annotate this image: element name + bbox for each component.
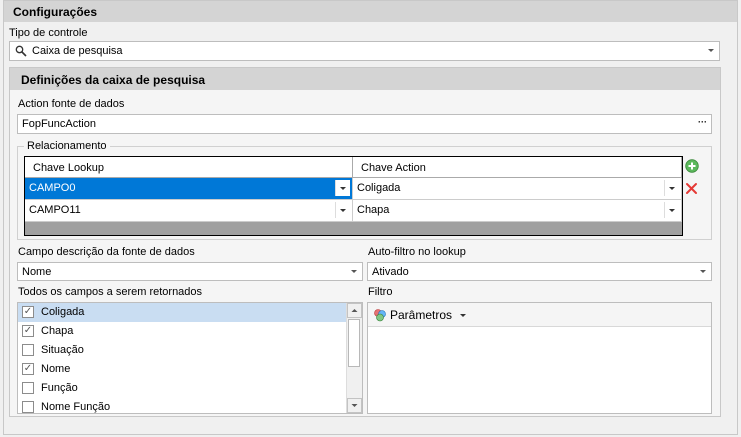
control-type-label: Tipo de controle bbox=[9, 27, 88, 39]
plus-circle-icon[interactable] bbox=[685, 159, 699, 176]
chevron-down-icon[interactable] bbox=[664, 202, 679, 218]
list-item[interactable]: ✓ Coligada bbox=[18, 303, 346, 322]
item-label: Nome bbox=[41, 363, 71, 375]
scroll-down-button[interactable] bbox=[347, 398, 362, 413]
autofilter-label: Auto-filtro no lookup bbox=[368, 246, 466, 258]
ellipsis-button[interactable]: ··· bbox=[698, 117, 707, 127]
item-label: Nome Função bbox=[41, 401, 111, 413]
column-header-action[interactable]: Chave Action bbox=[353, 157, 682, 178]
checkbox[interactable]: ✓ bbox=[22, 325, 34, 337]
search-box-header: Definições da caixa de pesquisa bbox=[10, 68, 720, 90]
list-item[interactable]: ✓ Chapa bbox=[18, 322, 346, 341]
chevron-down-icon[interactable] bbox=[335, 202, 350, 218]
checkbox[interactable] bbox=[22, 401, 34, 413]
autofilter-value: Ativado bbox=[372, 266, 409, 278]
relationship-grid: Chave Lookup Chave Action CAMPO0 Coligad… bbox=[24, 156, 683, 236]
checkbox[interactable]: ✓ bbox=[22, 363, 34, 375]
config-header: Configurações bbox=[4, 1, 737, 22]
cell-value: Coligada bbox=[357, 182, 401, 194]
list-item[interactable]: ✓ Nome bbox=[18, 360, 346, 379]
search-box-title: Definições da caixa de pesquisa bbox=[21, 73, 206, 87]
datasource-value: FopFuncAction bbox=[22, 118, 96, 130]
chevron-down-icon bbox=[700, 270, 706, 273]
list-item[interactable]: Situação bbox=[18, 341, 346, 360]
description-field-select[interactable]: Nome bbox=[17, 262, 363, 281]
item-label: Função bbox=[41, 382, 78, 394]
relationship-label: Relacionamento bbox=[24, 140, 110, 152]
scroll-thumb[interactable] bbox=[348, 319, 360, 367]
cell-value: Chapa bbox=[357, 204, 390, 216]
list-item[interactable]: Função bbox=[18, 379, 346, 398]
autofilter-select[interactable]: Ativado bbox=[367, 262, 712, 281]
item-label: Coligada bbox=[41, 306, 85, 318]
control-type-select[interactable]: Caixa de pesquisa bbox=[9, 41, 720, 61]
datasource-field[interactable]: FopFuncAction ··· bbox=[17, 114, 712, 134]
filter-toolbar: Parâmetros bbox=[368, 303, 711, 327]
chevron-down-icon bbox=[351, 270, 357, 273]
description-field-value: Nome bbox=[22, 266, 52, 278]
checkbox[interactable] bbox=[22, 344, 34, 356]
parameters-label: Parâmetros bbox=[390, 308, 453, 322]
chevron-down-icon bbox=[708, 49, 714, 52]
list-item[interactable]: Nome Função bbox=[18, 398, 346, 413]
scroll-up-button[interactable] bbox=[347, 303, 362, 318]
control-type-value: Caixa de pesquisa bbox=[32, 45, 123, 57]
grid-cell-lookup[interactable]: CAMPO11 bbox=[25, 200, 353, 222]
return-fields-label: Todos os campos a serem retornados bbox=[18, 286, 203, 298]
column-header-lookup[interactable]: Chave Lookup bbox=[25, 157, 353, 178]
parameters-button[interactable]: Parâmetros bbox=[370, 305, 470, 325]
parameters-icon bbox=[373, 308, 387, 325]
filter-panel: Parâmetros bbox=[367, 302, 712, 414]
x-icon[interactable] bbox=[685, 182, 698, 198]
chevron-down-icon bbox=[460, 314, 467, 318]
chevron-down-icon[interactable] bbox=[664, 180, 679, 196]
cell-value: CAMPO0 bbox=[29, 182, 76, 194]
scrollbar[interactable] bbox=[346, 303, 362, 413]
chevron-down-icon[interactable] bbox=[335, 180, 350, 196]
checkbox[interactable]: ✓ bbox=[22, 306, 34, 318]
datasource-label: Action fonte de dados bbox=[18, 98, 125, 110]
description-field-label: Campo descrição da fonte de dados bbox=[18, 246, 195, 258]
grid-footer bbox=[25, 222, 682, 235]
filter-label: Filtro bbox=[368, 286, 393, 298]
cell-value: CAMPO11 bbox=[29, 204, 81, 216]
grid-cell-action[interactable]: Chapa bbox=[353, 200, 682, 222]
checkbox[interactable] bbox=[22, 382, 34, 394]
item-label: Chapa bbox=[41, 325, 74, 337]
search-icon bbox=[15, 45, 27, 60]
config-title: Configurações bbox=[13, 5, 98, 19]
item-label: Situação bbox=[41, 344, 84, 356]
grid-cell-action[interactable]: Coligada bbox=[353, 178, 682, 200]
grid-cell-lookup[interactable]: CAMPO0 bbox=[25, 178, 353, 200]
return-fields-list[interactable]: ✓ Coligada ✓ Chapa Situação ✓ Nome Funçã… bbox=[17, 302, 363, 414]
